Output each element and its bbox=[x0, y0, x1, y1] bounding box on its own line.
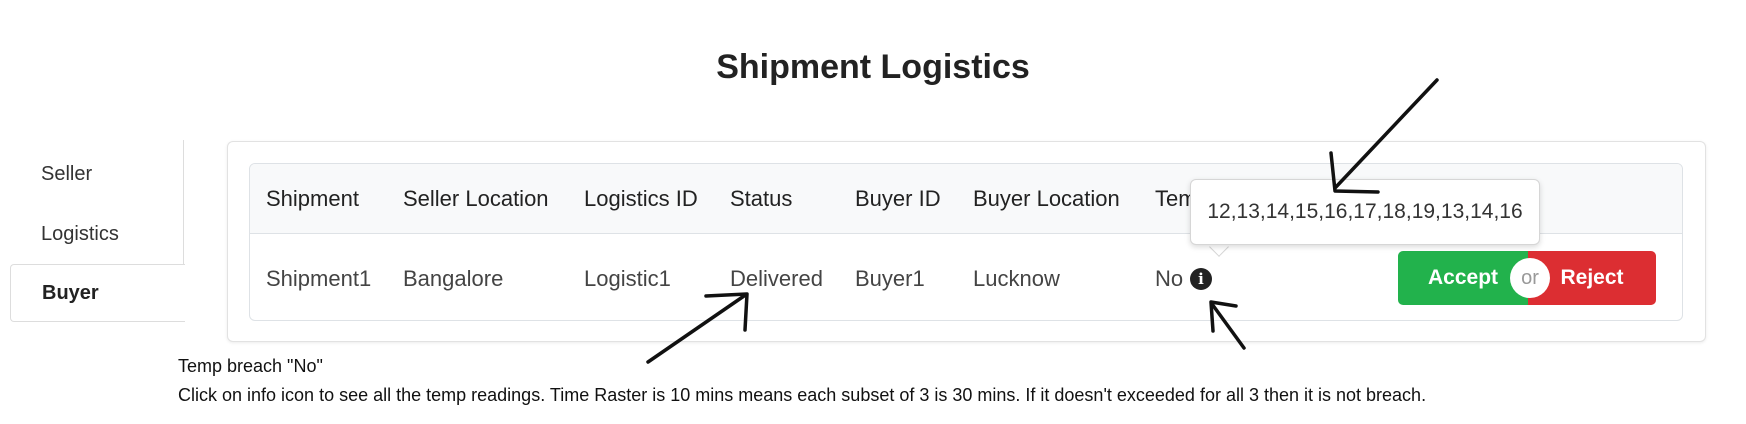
app-root: Shipment Logistics Seller Logistics Buye… bbox=[0, 0, 1746, 424]
arrow-to-status bbox=[646, 294, 746, 364]
annotation-line-2: Click on info icon to see all the temp r… bbox=[178, 385, 1427, 405]
arrow-to-tooltip bbox=[1333, 78, 1439, 190]
annotation-line-1: Temp breach "No" bbox=[178, 356, 323, 376]
arrow-to-info-icon bbox=[1210, 302, 1246, 350]
